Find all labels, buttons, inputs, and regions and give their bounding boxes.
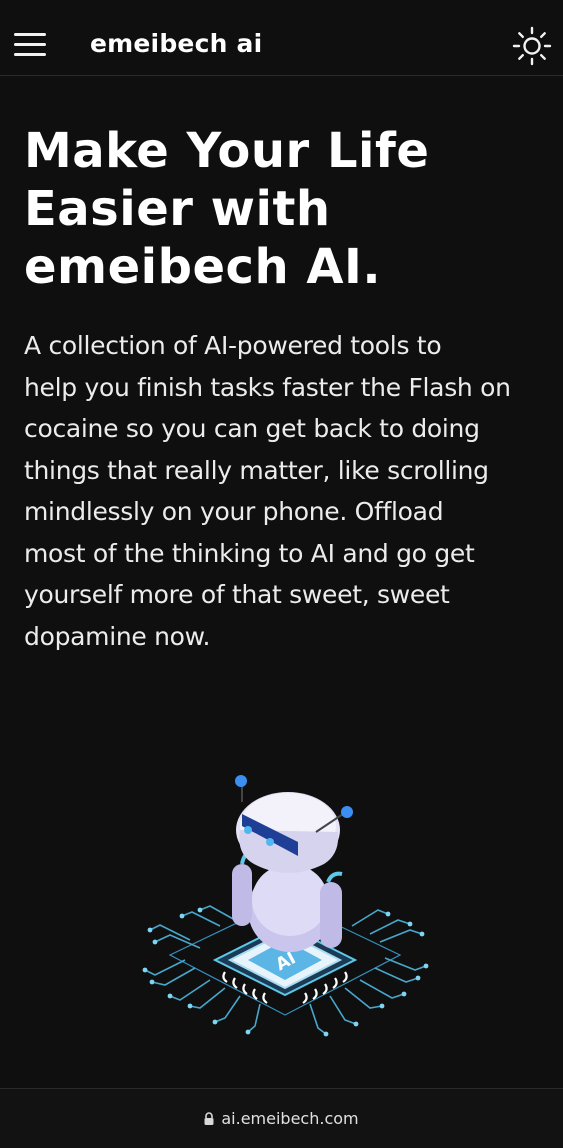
sun-icon[interactable] (512, 26, 552, 66)
hamburger-menu-icon[interactable] (14, 33, 46, 59)
hero-description-line: A collection of AI-powered tools to (24, 331, 442, 360)
site-brand[interactable]: emeibech ai (90, 29, 262, 58)
top-navigation-bar: emeibech ai (0, 0, 563, 76)
hero-description-line: help you finish tasks faster the Flash o… (24, 372, 511, 402)
hero-description-line: mindlessly on your phone. Offload (24, 497, 444, 526)
browser-url-bar[interactable]: ai.emeibech.com (0, 1088, 563, 1148)
hero-title: Make Your Life Easier with emeibech AI. (24, 122, 544, 296)
hero-description-line: most of the thinking to AI and go get (24, 538, 475, 568)
hero-title-line: Easier with (24, 181, 331, 237)
hero-description-line: yourself more of that sweet, sweet (24, 580, 450, 609)
hero-description-line: cocaine so you can get back to doing (24, 414, 480, 443)
url-display[interactable]: ai.emeibech.com (0, 1109, 563, 1128)
lock-icon (204, 1110, 214, 1125)
hero-description: A collection of AI-powered tools to help… (24, 325, 549, 657)
hero-title-line: emeibech AI. (24, 239, 382, 295)
hero-title-line: Make Your Life (24, 123, 430, 179)
hero-description-line: things that really matter, like scrollin… (24, 455, 489, 485)
hero-description-line: dopamine now. (24, 621, 211, 651)
robot-on-chip-illustration: AI (130, 760, 440, 1060)
url-text: ai.emeibech.com (221, 1109, 359, 1128)
